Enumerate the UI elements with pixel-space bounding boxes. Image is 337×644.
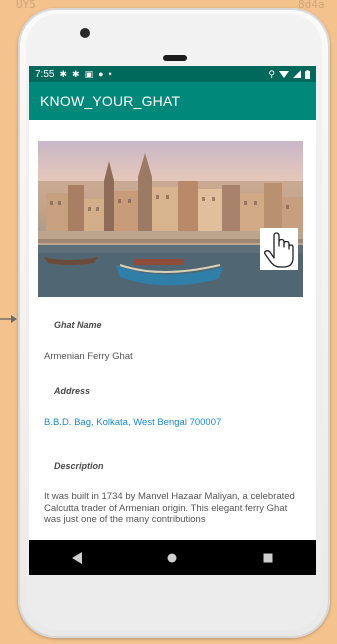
ghat-name-label: Ghat Name (54, 320, 102, 330)
recents-square-icon (263, 553, 273, 562)
location-icon: ⚲ (268, 68, 275, 79)
recents-button[interactable] (253, 543, 283, 573)
back-button[interactable] (62, 543, 92, 573)
back-triangle-icon (71, 551, 82, 564)
wifi-icon (279, 71, 289, 78)
tap-gesture-overlay (260, 228, 298, 270)
ghat-name-value: Armenian Ferry Ghat (44, 351, 133, 362)
app-title: KNOW_YOUR_GHAT (40, 93, 181, 109)
notification-icon: ✱ (59, 68, 68, 79)
ghat-photo-illustration (38, 153, 303, 297)
home-circle-icon (167, 553, 177, 562)
app-bar: KNOW_YOUR_GHAT (29, 82, 316, 120)
status-bar: 7:55 ✱ ✱ ▣ ● • ⚲ (29, 66, 316, 82)
battery-icon (305, 69, 310, 79)
arrow-right-icon (0, 315, 17, 323)
navigation-bar (29, 540, 316, 575)
address-link[interactable]: B.B.D. Bag, Kolkata, West Bengal 700007 (44, 417, 221, 428)
more-notifications-icon: • (108, 68, 112, 79)
description-text: It was built in 1734 by Manvel Hazaar Ma… (44, 491, 295, 525)
home-button[interactable] (157, 543, 187, 573)
notification-icon-2: ✱ (72, 68, 80, 79)
address-label: Address (54, 386, 91, 396)
status-time: 7:55 (35, 68, 55, 80)
device-screen: 7:55 ✱ ✱ ▣ ● • ⚲ KNOW_YOUR_GHAT Ghat Nam… (29, 66, 316, 575)
app-notification-icon: ● (98, 68, 104, 79)
hand-pointer-icon (264, 232, 294, 268)
signal-icon (293, 70, 301, 78)
image-icon: ▣ (84, 68, 94, 79)
ghat-image (38, 141, 303, 297)
front-camera (80, 28, 90, 38)
background-text-left: UY5 (16, 0, 36, 11)
description-label: Description (54, 461, 104, 471)
earpiece-speaker (163, 55, 187, 61)
